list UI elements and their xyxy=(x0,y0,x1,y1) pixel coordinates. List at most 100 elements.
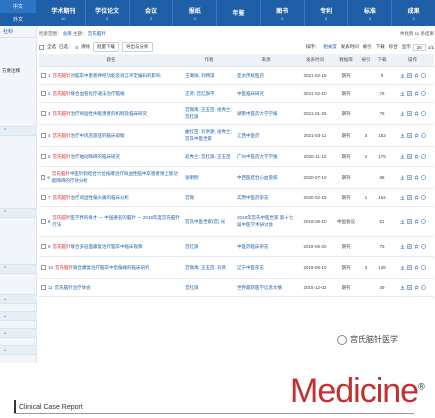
quote-icon[interactable] xyxy=(420,153,426,159)
quote-icon[interactable] xyxy=(420,264,426,270)
row-checkbox[interactable] xyxy=(41,243,46,249)
download-icon[interactable] xyxy=(400,175,405,180)
sidebar-section[interactable]: ⌄ xyxy=(0,311,37,321)
title-cell[interactable]: 4 宫氏脑针治疗中风后遗症的临床观察 xyxy=(39,124,183,147)
cited-cell[interactable]: 1 xyxy=(359,188,373,207)
tab-achievements[interactable]: 成果 0 xyxy=(392,0,435,26)
tab-newspapers[interactable]: 报纸 0 xyxy=(173,0,218,26)
author-cell[interactable]: 王贤; 宫红旗平 xyxy=(183,84,235,103)
source-cell[interactable]: 江西中医药 xyxy=(235,124,297,147)
read-icon[interactable] xyxy=(406,194,412,200)
downloads-cell[interactable]: 88 xyxy=(373,166,391,189)
page-size-select[interactable]: 20 xyxy=(412,43,426,51)
favorite-icon[interactable] xyxy=(413,218,419,224)
favorite-icon[interactable] xyxy=(413,174,419,180)
favorite-icon[interactable] xyxy=(413,284,419,290)
read-icon[interactable] xyxy=(406,284,412,290)
author-cell[interactable]: 宫锡禹; 王玉苗; 张秀兰; 宫红旗 xyxy=(183,102,235,125)
sort-cited[interactable]: 被引 xyxy=(363,44,372,50)
clear-link[interactable]: 清除 xyxy=(81,44,90,50)
download-icon[interactable] xyxy=(400,244,405,249)
quote-icon[interactable] xyxy=(420,90,426,96)
row-checkbox[interactable] xyxy=(41,110,46,116)
read-icon[interactable] xyxy=(406,110,412,116)
sort-download[interactable]: 下载 xyxy=(376,44,385,50)
source-cell[interactable]: 实用中医药杂志 xyxy=(235,188,297,207)
download-icon[interactable] xyxy=(400,133,405,138)
source-cell[interactable]: 广州中医药大学学报 xyxy=(235,146,297,167)
favorite-icon[interactable] xyxy=(413,264,419,270)
sidebar-section[interactable]: ⌃ xyxy=(0,264,37,274)
author-cell[interactable]: 宫红旗 xyxy=(183,236,235,257)
sidebar-section[interactable]: ⌄ xyxy=(0,328,37,338)
scope-value[interactable]: 总库 xyxy=(63,31,72,36)
tab-patents[interactable]: 专利 0 xyxy=(305,0,349,26)
title-cell[interactable]: 6 宫氏脑针中医针刺结合穴位按摩治疗缺血性脑中卒患者颈上肢功能障碍的疗效分析 xyxy=(39,166,183,189)
cited-cell[interactable] xyxy=(359,236,373,257)
favorite-icon[interactable] xyxy=(413,72,419,78)
source-cell[interactable]: 2019年宫氏中医世家 第十七届中医学术研讨会 xyxy=(235,206,297,237)
download-icon[interactable] xyxy=(400,285,405,290)
quote-icon[interactable] xyxy=(420,110,426,116)
favorite-icon[interactable] xyxy=(413,90,419,96)
read-icon[interactable] xyxy=(406,90,412,96)
cited-cell[interactable] xyxy=(359,206,373,237)
author-cell[interactable]: 王璐珠; 刘畅琪 xyxy=(183,66,235,85)
tab-books[interactable]: 图书 0 xyxy=(261,0,305,26)
title-cell[interactable]: 2 宫氏脑针联合血管化疗通法治疗脑瘫 xyxy=(39,84,183,103)
read-icon[interactable] xyxy=(406,264,412,270)
row-checkbox[interactable] xyxy=(41,132,46,138)
cited-cell[interactable] xyxy=(359,102,373,125)
downloads-cell[interactable]: 152 xyxy=(373,188,391,207)
row-checkbox[interactable] xyxy=(41,72,46,78)
quote-icon[interactable] xyxy=(420,174,426,180)
downloads-cell[interactable]: 61 xyxy=(373,206,391,237)
tab-conferences[interactable]: 会议 0 xyxy=(130,0,174,26)
read-icon[interactable] xyxy=(406,132,412,138)
downloads-cell[interactable]: 182 xyxy=(373,124,391,147)
sidebar-section[interactable]: ⌄ xyxy=(0,294,37,304)
tab-journals[interactable]: 学术期刊 10 xyxy=(42,0,86,26)
title-cell[interactable]: 7 宫氏脑针治疗顽固性偏头痛的临床分析 xyxy=(39,188,183,207)
downloads-cell[interactable]: 75 xyxy=(373,236,391,257)
author-cell[interactable]: 宫锡 xyxy=(183,188,235,207)
title-cell[interactable]: 1 宫氏脑针对脑卒中患者神经功能及语言评定编码的影响 xyxy=(39,66,183,85)
sidebar-section[interactable]: ⌃ xyxy=(0,126,37,136)
cited-cell[interactable] xyxy=(359,166,373,189)
author-cell[interactable]: 赵秀兰; 宫红旗; 王玉苗 xyxy=(183,146,235,167)
sidebar-section[interactable]: ⌃ xyxy=(0,208,37,218)
sidebar-item[interactable]: 方要注釋 xyxy=(2,68,20,74)
sidebar-header[interactable]: 社科 xyxy=(0,26,36,38)
row-checkbox[interactable] xyxy=(41,174,46,180)
download-icon[interactable] xyxy=(400,73,405,78)
author-cell[interactable]: 曲红苗; 刘洪艳; 张秀兰; 宫氏中医世家 xyxy=(183,124,235,147)
read-icon[interactable] xyxy=(406,72,412,78)
download-icon[interactable] xyxy=(400,195,405,200)
author-cell[interactable]: 宫氏中医世家(宫) 光 xyxy=(183,206,235,237)
title-cell[interactable]: 5 宫氏脑针治疗抽动障碍的临床研究 xyxy=(39,146,183,167)
quote-icon[interactable] xyxy=(420,72,426,78)
source-cell[interactable]: 世界最新医学信息文摘 xyxy=(235,278,297,297)
tab-theses[interactable]: 学位论文 0 xyxy=(86,0,130,26)
source-cell[interactable]: 中医药临床杂志 xyxy=(235,236,297,257)
favorite-icon[interactable] xyxy=(413,194,419,200)
download-icon[interactable] xyxy=(400,265,405,270)
read-icon[interactable] xyxy=(406,153,412,159)
row-checkbox[interactable] xyxy=(41,218,46,224)
lang-chinese[interactable]: 中文 xyxy=(0,0,36,13)
row-checkbox[interactable] xyxy=(41,153,46,159)
downloads-cell[interactable]: 9 xyxy=(373,66,391,85)
row-checkbox[interactable] xyxy=(41,194,46,200)
title-cell[interactable]: 8 宫氏脑针医学界的奇才 — 中国著名的脑针 — 2019年度宫氏脑针疗法 xyxy=(39,206,183,237)
quote-icon[interactable] xyxy=(420,284,426,290)
title-cell[interactable]: 3 宫氏脑针治疗顽固性失眠患者的机制及临床研究 xyxy=(39,102,183,125)
author-cell[interactable]: 张明明 xyxy=(183,166,235,189)
quote-icon[interactable] xyxy=(420,132,426,138)
cited-cell[interactable] xyxy=(359,66,373,85)
downloads-cell[interactable]: 179 xyxy=(373,146,391,167)
row-checkbox[interactable] xyxy=(41,264,46,270)
cited-cell[interactable] xyxy=(359,84,373,103)
title-cell[interactable]: 10 宫氏脑针联合康复治疗脑卒中后偏瘫的临床研究 xyxy=(39,256,183,279)
downloads-cell[interactable]: 138 xyxy=(373,256,391,279)
cited-cell[interactable]: 2 xyxy=(359,146,373,167)
